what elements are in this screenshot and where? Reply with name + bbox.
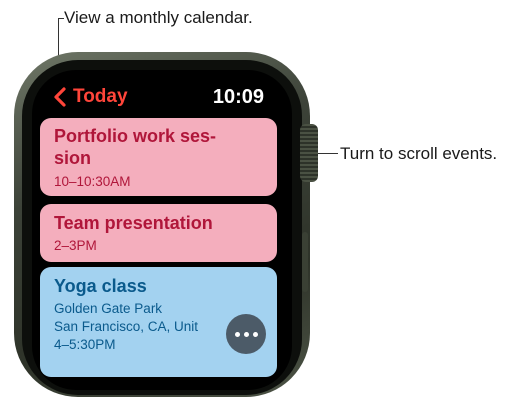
event-time: 4–5:30PM: [54, 337, 116, 352]
digital-crown[interactable]: [300, 124, 318, 182]
back-label: Today: [73, 86, 128, 107]
event-card-team-presentation[interactable]: Team presentation 2–3PM: [40, 204, 277, 262]
event-card-portfolio[interactable]: Portfolio work ses-sion 10–10:30AM: [40, 118, 277, 196]
watch-screen: Today 10:09 Portfolio work ses-sion 10–1…: [32, 70, 292, 390]
event-time: 2–3PM: [54, 238, 97, 253]
ellipsis-icon: [234, 331, 258, 337]
callout-line-right: [318, 153, 338, 154]
more-options-button[interactable]: [226, 314, 266, 354]
event-location-name: Golden Gate Park: [54, 301, 163, 316]
event-time: 10–10:30AM: [54, 174, 131, 189]
clock-time: 10:09: [212, 86, 264, 108]
event-title: Team presentation: [54, 213, 213, 233]
side-button[interactable]: [302, 232, 308, 292]
event-location-address: San Francisco, CA, Unit: [54, 319, 199, 334]
chevron-left-icon: [54, 87, 66, 107]
callout-line-top-tick: [58, 18, 64, 19]
callout-monthly-calendar: View a monthly calendar.: [64, 8, 253, 27]
event-title: Yoga class: [54, 276, 147, 296]
callout-scroll-events: Turn to scroll events.: [340, 144, 498, 163]
event-title: Portfolio work ses-sion: [54, 126, 217, 168]
